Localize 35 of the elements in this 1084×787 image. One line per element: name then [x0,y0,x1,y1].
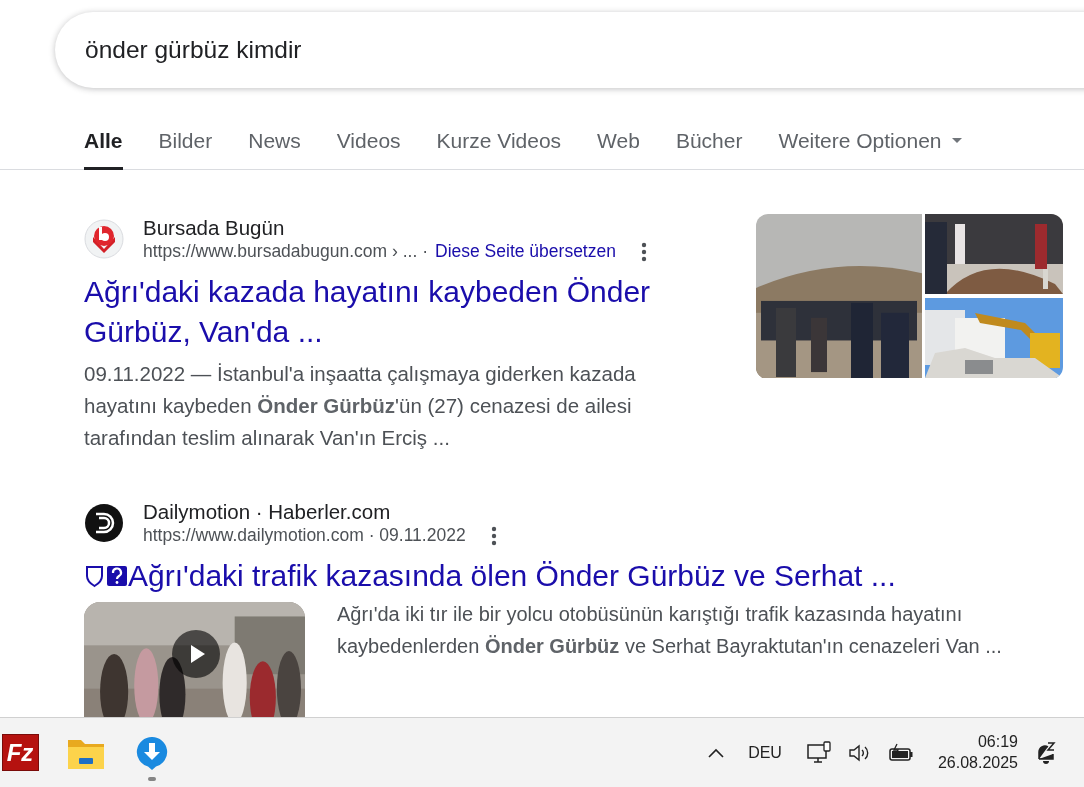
site-name: Dailymotion · Haberler.com [143,500,392,524]
translate-link[interactable]: Diese Seite übersetzen [435,241,616,262]
more-options-icon[interactable] [640,241,647,262]
search-tab[interactable]: Bilder [158,116,213,170]
network-icon[interactable] [805,739,832,766]
language-indicator[interactable]: DEU [748,743,782,762]
search-tab[interactable]: Bücher [675,116,743,170]
active-indicator [148,776,156,781]
caret-icon [951,138,962,144]
site-name: Bursada Bugün [143,216,286,240]
shield-question-icon [84,564,128,588]
battery-icon[interactable] [887,742,914,763]
result-title-link[interactable]: Ağrı'daki kazada hayatını kaybeden Önder Gürbüz, Van'da ... [84,272,704,352]
taskbar-app[interactable]: Fz [0,724,40,781]
result-title-link[interactable]: Ağrı'daki trafik kazasında ölen Önder Gürbüz ve Serhat ... [128,556,896,596]
play-icon [172,630,220,678]
search-tab[interactable]: Kurze Videos [436,116,562,170]
search-tab[interactable]: News [248,116,301,170]
site-logo-icon [84,503,124,543]
more-options-icon[interactable] [490,525,497,546]
result-url: https://www.bursadabugun.com › ... · [143,241,428,262]
clock-time[interactable]: 06:19 [977,733,1018,751]
result-url: https://www.dailymotion.com · 09.11.2022 [143,525,466,546]
search-tab[interactable]: Alle [84,116,123,170]
search-tab[interactable]: Web [597,116,640,170]
clock-date[interactable]: 26.08.2025 [937,754,1018,772]
filezilla-icon: Fz [1,734,39,771]
chevron-up-icon[interactable] [708,747,725,758]
search-tab[interactable]: Weitere Optionen [778,116,962,170]
search-tab[interactable]: Videos [336,116,401,170]
download-icon [135,734,169,771]
search-field[interactable]: önder gürbüz kimdir [55,12,1084,88]
result-snippet: 09.11.2022 — İstanbul'a inşaatta çalışmaya giderken kazada hayatını kaybeden Önder Gürbüz'ün (27) cenazesi de ailesi tarafından teslim alınarak Van'ın Erciş ... [84,361,637,451]
site-logo-icon [84,219,124,259]
result-snippet: Ağrı'da iki tır ile bir yolcu otobüsünün karıştığı trafik kazasında hayatını kaybedenlerden Önder Gürbüz ve Serhat Bayraktutan'ın cenazeleri Van ... [337,602,1003,659]
